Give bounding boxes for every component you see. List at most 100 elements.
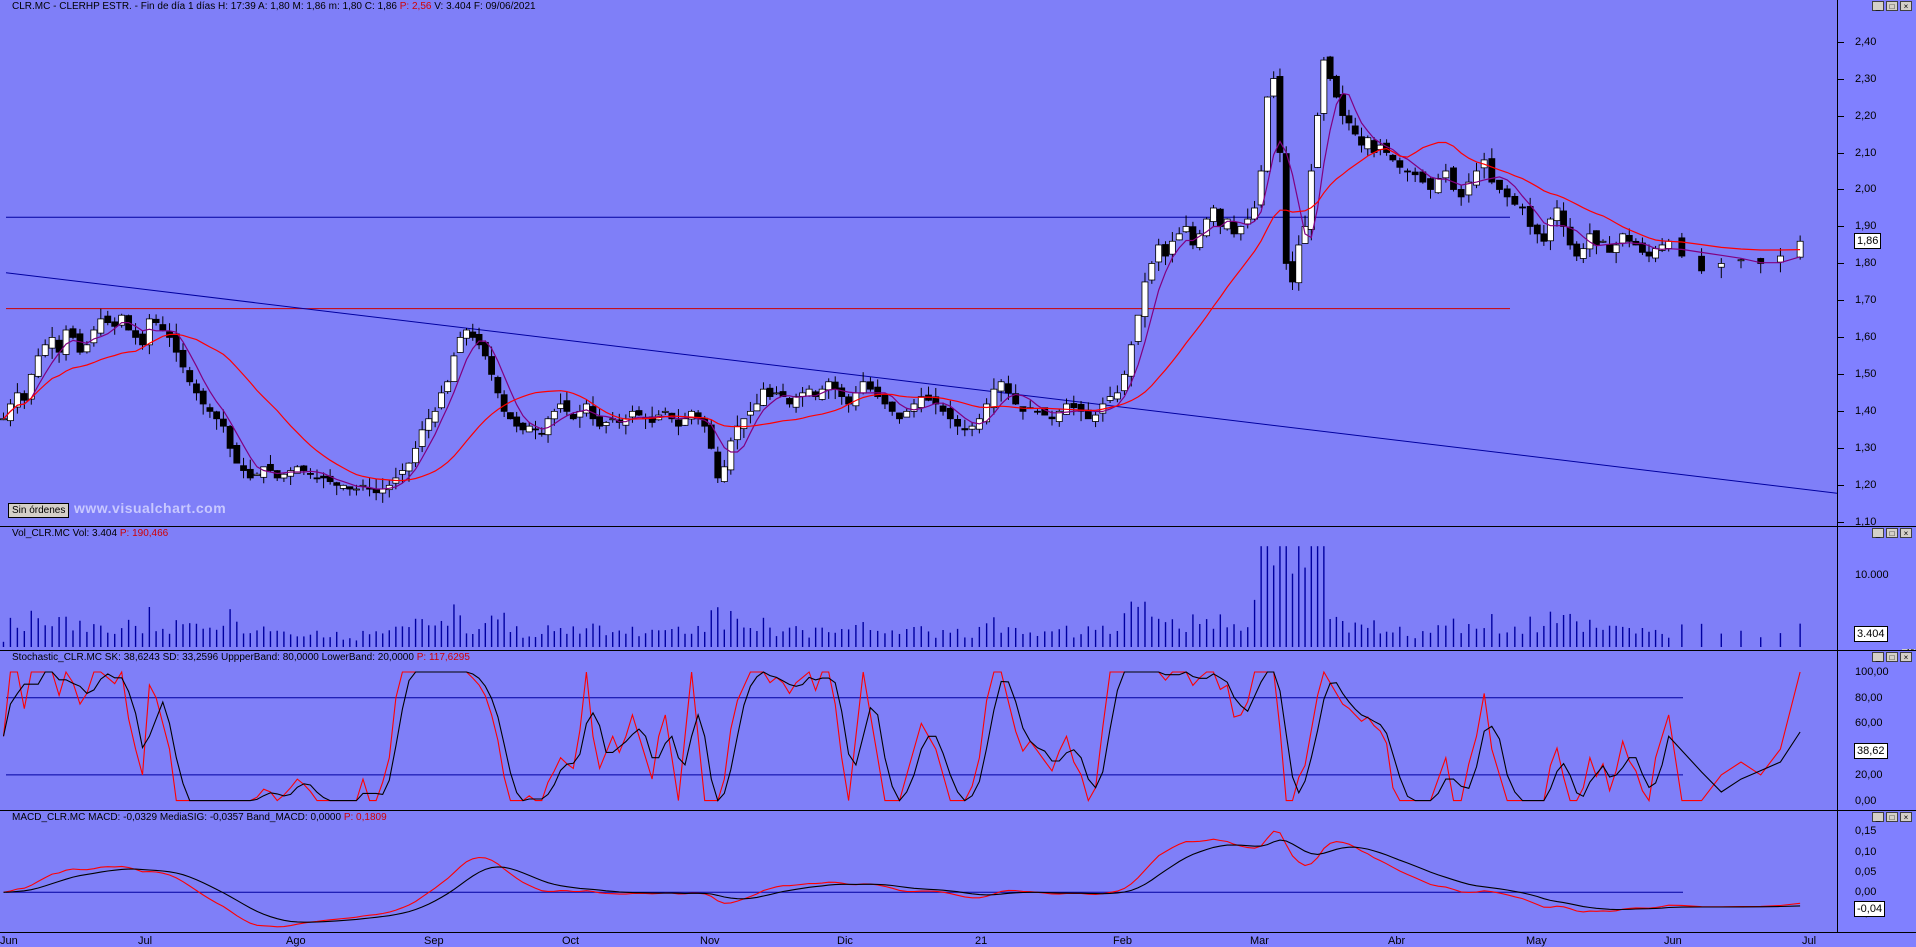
candle[interactable] [1358, 127, 1365, 153]
macd-plot-area[interactable] [0, 811, 1838, 932]
candle[interactable] [727, 437, 735, 475]
minimize-icon[interactable]: _ [1872, 1, 1884, 11]
candle[interactable] [1289, 251, 1296, 290]
maximize-icon[interactable]: □ [1886, 528, 1898, 538]
candle[interactable] [55, 335, 63, 363]
candle[interactable] [1480, 152, 1488, 179]
candle[interactable] [1270, 71, 1278, 99]
candle[interactable] [159, 316, 167, 332]
candle[interactable] [1599, 239, 1607, 243]
maximize-icon[interactable]: □ [1886, 812, 1898, 822]
candle[interactable] [766, 384, 774, 400]
trendline[interactable] [5, 272, 1838, 495]
maximize-icon[interactable]: □ [1886, 1, 1898, 11]
candle[interactable] [199, 388, 207, 415]
candle[interactable] [425, 408, 433, 439]
candle[interactable] [563, 391, 571, 416]
candle[interactable] [1034, 409, 1041, 415]
volume-plot-area[interactable] [0, 527, 1838, 650]
candle[interactable] [1055, 408, 1063, 427]
candle[interactable] [1511, 193, 1519, 207]
candle[interactable] [867, 377, 874, 392]
price-plot-area[interactable] [0, 0, 1838, 526]
candle[interactable] [1566, 218, 1574, 250]
ma-slow-line[interactable] [3, 141, 1801, 482]
candle[interactable] [825, 378, 833, 399]
macd-signal-line[interactable] [3, 839, 1801, 923]
candle[interactable] [206, 403, 214, 418]
candle[interactable] [1282, 146, 1290, 270]
candle[interactable] [1106, 386, 1114, 404]
candle[interactable] [1553, 200, 1561, 227]
candle[interactable] [1519, 203, 1526, 216]
close-icon[interactable]: × [1900, 528, 1912, 538]
candle[interactable] [431, 407, 439, 428]
candle[interactable] [954, 415, 961, 435]
candle[interactable] [1339, 85, 1347, 125]
candle[interactable] [1678, 232, 1686, 259]
candle[interactable] [681, 412, 689, 426]
candle[interactable] [152, 314, 160, 326]
candle[interactable] [226, 424, 234, 458]
candle[interactable] [881, 393, 889, 410]
candle[interactable] [997, 379, 1005, 402]
candle[interactable] [1434, 173, 1442, 194]
candle[interactable] [838, 383, 846, 405]
candle[interactable] [507, 412, 514, 420]
candle[interactable] [602, 420, 610, 434]
candle[interactable] [90, 326, 98, 347]
candle[interactable] [1295, 235, 1303, 291]
candle[interactable] [1612, 241, 1620, 264]
candle[interactable] [418, 421, 426, 453]
candle[interactable] [13, 383, 21, 414]
candle[interactable] [805, 385, 813, 397]
candle[interactable] [1540, 224, 1548, 246]
candle[interactable] [456, 331, 464, 353]
candle[interactable] [733, 415, 741, 450]
candle[interactable] [379, 478, 387, 503]
candle[interactable] [557, 393, 564, 413]
candle[interactable] [642, 413, 649, 429]
candle[interactable] [532, 420, 539, 440]
candle[interactable] [1237, 225, 1245, 241]
candle[interactable] [1457, 184, 1465, 206]
candle[interactable] [1427, 177, 1434, 199]
candle[interactable] [469, 323, 477, 341]
candle[interactable] [1396, 157, 1404, 174]
candle[interactable] [747, 401, 754, 424]
candle[interactable] [1796, 235, 1804, 260]
candle[interactable] [1155, 238, 1163, 271]
candle[interactable] [1314, 112, 1321, 169]
candle[interactable] [240, 457, 247, 479]
candle[interactable] [932, 387, 940, 415]
candle[interactable] [1547, 217, 1554, 251]
candle[interactable] [779, 383, 787, 397]
candle[interactable] [576, 404, 584, 428]
candle[interactable] [1717, 258, 1725, 279]
candle[interactable] [1223, 218, 1231, 231]
candle[interactable] [412, 441, 419, 468]
candle[interactable] [925, 386, 932, 402]
candle[interactable] [1450, 166, 1457, 192]
candle[interactable] [888, 401, 896, 416]
candle[interactable] [1148, 261, 1156, 284]
macd-line[interactable] [3, 830, 1801, 928]
candle[interactable] [1276, 68, 1284, 163]
candle[interactable] [233, 442, 241, 464]
candle[interactable] [1389, 153, 1397, 162]
candle[interactable] [1473, 162, 1480, 189]
candle[interactable] [1264, 96, 1271, 173]
candle[interactable] [1737, 258, 1745, 269]
candle[interactable] [1560, 202, 1567, 237]
candle[interactable] [463, 327, 470, 346]
maximize-icon[interactable]: □ [1886, 652, 1898, 662]
candle[interactable] [1333, 74, 1340, 99]
candle[interactable] [1182, 215, 1190, 234]
candle[interactable] [1465, 173, 1473, 203]
candle[interactable] [544, 416, 552, 443]
candle[interactable] [307, 468, 314, 479]
candle[interactable] [494, 375, 502, 399]
candle[interactable] [589, 396, 597, 426]
candle[interactable] [1189, 221, 1197, 250]
candle[interactable] [1092, 411, 1099, 428]
